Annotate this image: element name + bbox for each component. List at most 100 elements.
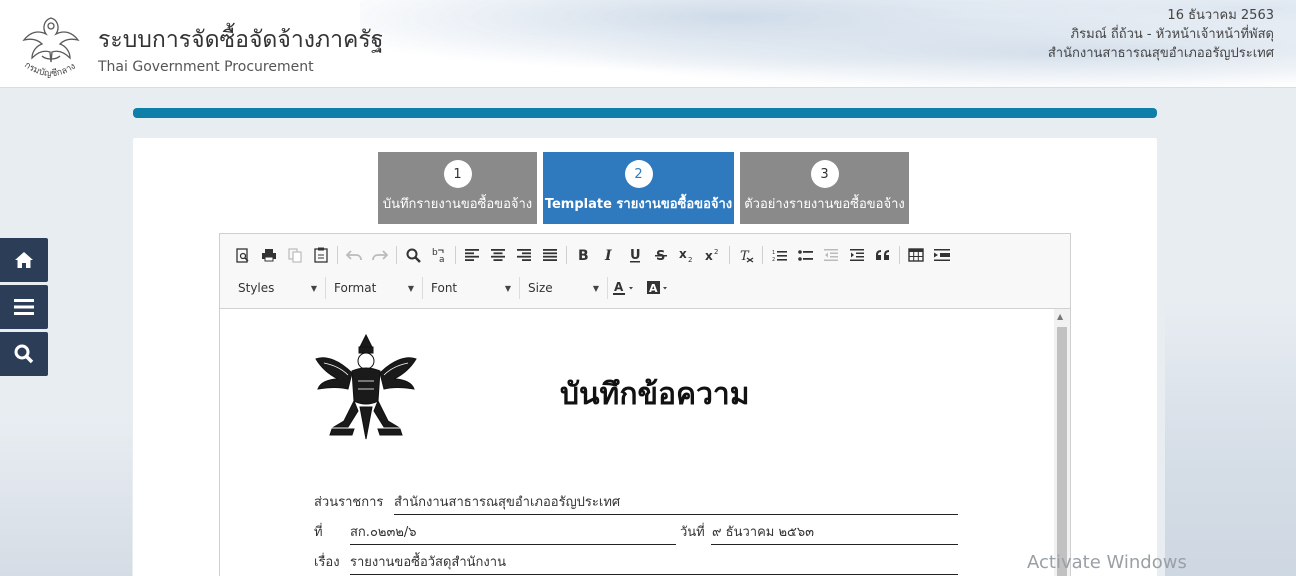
svg-text:b: b: [432, 248, 438, 258]
chevron-down-icon: ▼: [310, 283, 317, 293]
svg-text:A: A: [649, 282, 658, 295]
svg-text:a: a: [439, 255, 445, 263]
paste-icon[interactable]: [308, 244, 334, 266]
background-color-button[interactable]: A: [642, 277, 676, 299]
align-left-icon[interactable]: [459, 244, 485, 266]
search-button[interactable]: [0, 332, 48, 376]
justify-icon[interactable]: [537, 244, 563, 266]
size-dropdown[interactable]: Size ▼: [520, 277, 608, 299]
agency-underline: [394, 514, 958, 515]
step-number: 3: [810, 160, 839, 188]
preview-icon[interactable]: [230, 244, 256, 266]
menu-icon: [14, 299, 34, 315]
svg-text:2: 2: [772, 257, 775, 262]
toolbar-separator: [337, 246, 338, 264]
svg-text:x: x: [679, 248, 687, 261]
table-icon[interactable]: [903, 244, 929, 266]
toolbar-separator: [455, 246, 456, 264]
step-label: Template รายงานขอซื้อขอจ้าง: [544, 197, 733, 212]
document-content[interactable]: บันทึกข้อความ ส่วนราชการ สำนักงานสาธารณส…: [220, 309, 1054, 576]
superscript-icon[interactable]: x2: [700, 244, 726, 266]
blockquote-icon[interactable]: [870, 244, 896, 266]
print-icon[interactable]: [256, 244, 282, 266]
strikethrough-icon[interactable]: S: [648, 244, 674, 266]
size-label: Size: [528, 281, 553, 295]
cgd-logo: กรมบัญชีกลาง: [22, 17, 80, 79]
svg-text:x: x: [705, 249, 713, 262]
document-title: บันทึกข้อความ: [560, 377, 750, 412]
user-info: 16 ธันวาคม 2563 ภิรมณ์ ถี่ถ้วน - หัวหน้า…: [1048, 6, 1274, 63]
rich-text-editor: ba B I U S x 2 x 2 T 1 2 Styles ▼ Format…: [219, 233, 1071, 576]
step-3-tab[interactable]: 3 ตัวอย่างรายงานขอซื้อขอจ้าง: [740, 152, 909, 224]
scroll-thumb[interactable]: [1057, 327, 1067, 576]
subject-value: รายงานขอซื้อวัสดุสำนักงาน: [350, 555, 506, 570]
chevron-down-icon: ▼: [407, 283, 414, 293]
toolbar-separator: [396, 246, 397, 264]
svg-text:2: 2: [688, 256, 692, 262]
menu-button[interactable]: [0, 285, 48, 329]
subscript-icon[interactable]: x2: [674, 244, 700, 266]
toolbar-separator: [762, 246, 763, 264]
chevron-down-icon: ▼: [504, 283, 511, 293]
italic-icon[interactable]: I: [596, 244, 622, 266]
progress-bar: [133, 108, 1157, 118]
step-number: 2: [624, 160, 653, 188]
background-decoration-right: [1165, 300, 1296, 576]
insert-template-icon[interactable]: [929, 244, 955, 266]
decrease-indent-icon[interactable]: [818, 244, 844, 266]
search-icon: [14, 344, 34, 364]
step-label: บันทึกรายงานขอซื้อขอจ้าง: [382, 197, 533, 212]
format-dropdown[interactable]: Format ▼: [326, 277, 423, 299]
date-underline: [711, 544, 958, 545]
styles-dropdown[interactable]: Styles ▼: [230, 277, 326, 299]
bullet-list-icon[interactable]: [792, 244, 818, 266]
svg-text:กรมบัญชีกลาง: กรมบัญชีกลาง: [22, 60, 77, 79]
step-1-tab[interactable]: 1 บันทึกรายงานขอซื้อขอจ้าง: [378, 152, 537, 224]
text-color-button[interactable]: A: [608, 277, 642, 299]
agency-label: ส่วนราชการ: [314, 495, 384, 510]
format-label: Format: [334, 281, 377, 295]
toolbar-row-1: ba B I U S x 2 x 2 T 1 2: [230, 244, 955, 266]
step-label: ตัวอย่างรายงานขอซื้อขอจ้าง: [744, 197, 905, 212]
garuda-emblem: [315, 333, 417, 440]
chevron-down-icon: ▼: [592, 283, 599, 293]
align-right-icon[interactable]: [511, 244, 537, 266]
svg-text:I: I: [604, 248, 612, 262]
redo-icon[interactable]: [367, 244, 393, 266]
find-icon[interactable]: [400, 244, 426, 266]
copy-formatting-icon[interactable]: [282, 244, 308, 266]
remove-format-icon[interactable]: T: [733, 244, 759, 266]
bold-icon[interactable]: B: [570, 244, 596, 266]
user-name-role: ภิรมณ์ ถี่ถ้วน - หัวหน้าเจ้าหน้าที่พัสดุ: [1070, 27, 1274, 42]
ref-value: สก.๐๒๓๒/๖: [350, 525, 417, 540]
scroll-up-icon[interactable]: ▲: [1057, 312, 1063, 321]
subject-underline: [350, 574, 958, 575]
ref-underline: [350, 544, 676, 545]
svg-text:1: 1: [772, 250, 775, 256]
site-header: กรมบัญชีกลาง ระบบการจัดซื้อจัดจ้างภาครัฐ…: [0, 0, 1296, 88]
svg-text:A: A: [614, 280, 624, 294]
step-2-tab[interactable]: 2 Template รายงานขอซื้อขอจ้าง: [543, 152, 734, 224]
subject-label: เรื่อง: [314, 555, 340, 570]
font-dropdown[interactable]: Font ▼: [423, 277, 520, 299]
ref-label: ที่: [314, 525, 323, 540]
numbered-list-icon[interactable]: 12: [766, 244, 792, 266]
home-icon: [15, 252, 33, 268]
styles-label: Styles: [238, 281, 275, 295]
system-subtitle: Thai Government Procurement: [98, 59, 314, 75]
date-value: ๙ ธันวาคม ๒๕๖๓: [712, 525, 815, 540]
background-decoration-left: [0, 420, 132, 576]
undo-icon[interactable]: [341, 244, 367, 266]
step-tabs: 1 บันทึกรายงานขอซื้อขอจ้าง 2 Template รา…: [378, 152, 909, 224]
current-date: 16 ธันวาคม 2563: [1167, 8, 1274, 23]
home-button[interactable]: [0, 238, 48, 282]
svg-text:B: B: [578, 248, 589, 262]
agency-value: สำนักงานสาธารณสุขอำเภออรัญประเทศ: [394, 495, 621, 510]
editor-scrollbar[interactable]: ▲: [1054, 309, 1070, 576]
side-navigation: [0, 238, 48, 379]
user-organization: สำนักงานสาธารณสุขอำเภออรัญประเทศ: [1047, 46, 1274, 61]
align-center-icon[interactable]: [485, 244, 511, 266]
underline-icon[interactable]: U: [622, 244, 648, 266]
increase-indent-icon[interactable]: [844, 244, 870, 266]
replace-icon[interactable]: ba: [426, 244, 452, 266]
